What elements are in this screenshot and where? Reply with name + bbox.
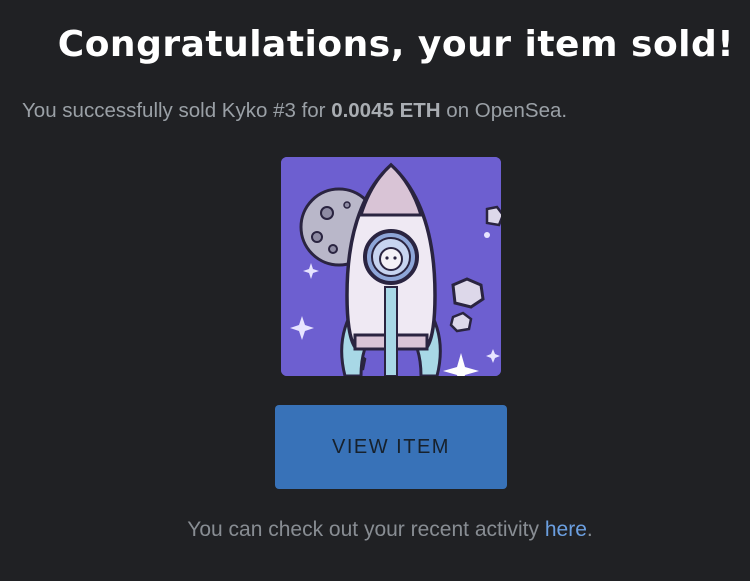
page-title: Congratulations, your item sold!: [57, 24, 735, 65]
rocket-astronaut-artwork-icon: [281, 157, 501, 376]
activity-message: You can check out your recent activity h…: [0, 518, 750, 542]
nft-artwork-image[interactable]: [281, 157, 501, 376]
activity-message-end: .: [586, 518, 593, 541]
sale-message: You successfully sold Kyko #3 for 0.0045…: [22, 99, 567, 123]
sale-message-prefix: You successfully sold Kyko #3 for: [22, 99, 332, 122]
sale-notification: Congratulations, your item sold! You suc…: [0, 0, 750, 581]
view-item-button[interactable]: VIEW ITEM: [275, 405, 507, 489]
sale-message-suffix: on OpenSea.: [440, 99, 568, 122]
activity-message-text: You can check out your recent activity: [187, 518, 545, 541]
activity-here-link[interactable]: here: [545, 518, 587, 541]
sale-price: 0.0045 ETH: [331, 99, 441, 122]
